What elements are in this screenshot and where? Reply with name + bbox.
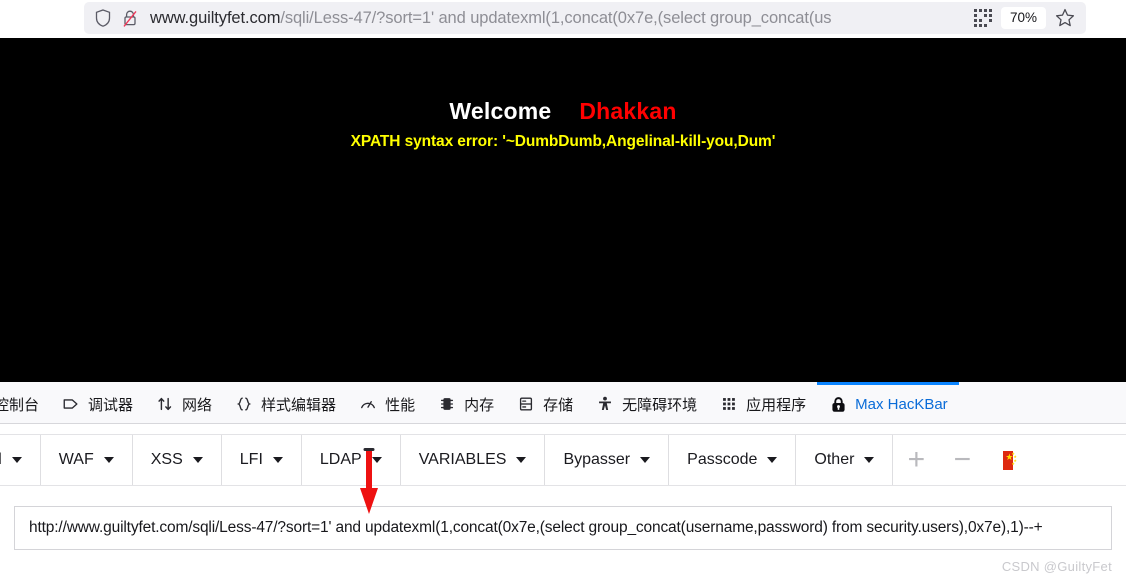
china-flag-icon: ★ ★ ★ ★ ★ xyxy=(1003,450,1017,470)
hackbar-button-xss-label: XSS xyxy=(150,451,183,468)
remove-row-button[interactable]: − xyxy=(939,435,986,485)
gauge-icon xyxy=(358,394,378,414)
hackbar-button-truncated-label: ed xyxy=(0,451,2,469)
shield-icon[interactable] xyxy=(94,8,112,28)
tab-network-label: 网络 xyxy=(182,396,213,414)
tab-memory[interactable]: 内存 xyxy=(426,382,505,423)
tab-performance-label: 性能 xyxy=(385,396,416,414)
chevron-down-icon xyxy=(516,457,527,463)
qr-code-icon[interactable] xyxy=(971,6,995,30)
hackbar-button-bypasser[interactable]: Bypasser xyxy=(545,435,670,485)
debugger-icon xyxy=(61,394,81,414)
hackbar-button-passcode-label: Passcode xyxy=(687,451,758,468)
tab-storage-label: 存储 xyxy=(543,396,574,414)
chevron-down-icon xyxy=(371,457,382,463)
hackbar-button-bypasser-label: Bypasser xyxy=(563,451,631,468)
tab-accessibility[interactable]: 无障碍环境 xyxy=(584,382,708,423)
chevron-down-icon xyxy=(103,457,114,463)
plus-icon: + xyxy=(907,443,926,476)
tab-application-label: 应用程序 xyxy=(746,396,807,414)
browser-window: www.guiltyfet.com/sqli/Less-47/?sort=1' … xyxy=(0,0,1126,580)
accessibility-person-icon xyxy=(595,394,615,414)
braces-icon xyxy=(234,394,254,414)
hackbar-url-value: http://www.guiltyfet.com/sqli/Less-47/?s… xyxy=(29,519,1043,536)
hackbar-button-other[interactable]: Other xyxy=(796,435,894,485)
add-row-button[interactable]: + xyxy=(893,435,940,485)
hackbar-button-ldap-label: LDAP xyxy=(319,451,362,468)
chevron-down-icon xyxy=(864,457,875,463)
url-text[interactable]: www.guiltyfet.com/sqli/Less-47/?sort=1' … xyxy=(150,9,969,28)
tab-max-hackbar-label: Max HacKBar xyxy=(855,395,948,413)
url-host: www.guiltyfet.com xyxy=(150,8,281,27)
storage-database-icon xyxy=(516,394,536,414)
chevron-down-icon xyxy=(11,457,22,463)
tab-debugger[interactable]: 调试器 xyxy=(50,382,144,423)
tab-console[interactable]: 控制台 xyxy=(0,382,50,423)
chevron-down-icon xyxy=(640,457,651,463)
chevron-down-icon xyxy=(272,457,283,463)
network-arrows-icon xyxy=(155,394,175,414)
hackbar-url-input[interactable]: http://www.guiltyfet.com/sqli/Less-47/?s… xyxy=(14,506,1112,550)
tab-network[interactable]: 网络 xyxy=(144,382,223,423)
tab-application[interactable]: 应用程序 xyxy=(708,382,817,423)
tab-console-label: 控制台 xyxy=(0,396,40,414)
tab-debugger-label: 调试器 xyxy=(88,396,134,414)
url-path: /sqli/Less-47/?sort=1' and updatexml(1,c… xyxy=(280,8,832,27)
language-flag-button[interactable]: ★ ★ ★ ★ ★ xyxy=(985,435,1032,485)
lock-crossed-icon[interactable] xyxy=(122,8,138,28)
tab-style-editor[interactable]: 样式编辑器 xyxy=(223,382,347,423)
star-icon[interactable] xyxy=(1054,7,1076,29)
devtools-tab-strip: 控制台 调试器 网络 样式编辑器 性能 内存 存储 无障碍环境 应用程序 Max… xyxy=(0,382,1126,424)
tab-storage[interactable]: 存储 xyxy=(505,382,584,423)
welcome-heading: Welcome Dhakkan xyxy=(0,98,1126,125)
address-bar[interactable]: www.guiltyfet.com/sqli/Less-47/?sort=1' … xyxy=(84,2,1086,34)
tab-style-editor-label: 样式编辑器 xyxy=(261,396,337,414)
tab-max-hackbar[interactable]: Max HacKBar xyxy=(817,382,959,423)
hackbar-toolbar: ed WAF XSS LFI LDAP VARIABLES Bypasser xyxy=(0,434,1126,486)
chevron-down-icon xyxy=(767,457,778,463)
hackbar-button-lfi[interactable]: LFI xyxy=(221,435,302,485)
chevron-down-icon xyxy=(192,457,203,463)
welcome-username: Dhakkan xyxy=(579,98,677,124)
hackbar-button-other-label: Other xyxy=(814,451,855,468)
page-content: Welcome Dhakkan XPATH syntax error: '~Dum… xyxy=(0,38,1126,382)
hackbar-button-truncated[interactable]: ed xyxy=(0,435,41,485)
hackbar-button-variables-label: VARIABLES xyxy=(418,451,507,468)
app-grid-icon xyxy=(719,394,739,414)
tab-accessibility-label: 无障碍环境 xyxy=(622,396,698,414)
tab-performance[interactable]: 性能 xyxy=(347,382,426,423)
hackbar-button-passcode[interactable]: Passcode xyxy=(669,435,797,485)
browser-toolbar: www.guiltyfet.com/sqli/Less-47/?sort=1' … xyxy=(0,0,1126,38)
tab-memory-label: 内存 xyxy=(464,396,495,414)
zoom-level-badge[interactable]: 70% xyxy=(1000,7,1046,29)
xpath-error-message: XPATH syntax error: '~DumbDumb,Angelinal… xyxy=(350,133,776,150)
hackbar-button-waf[interactable]: WAF xyxy=(40,435,133,485)
welcome-word: Welcome xyxy=(449,98,552,124)
hackbar-button-xss[interactable]: XSS xyxy=(132,435,222,485)
padlock-icon xyxy=(828,394,848,414)
hackbar-button-variables[interactable]: VARIABLES xyxy=(400,435,546,485)
minus-icon: − xyxy=(953,443,972,476)
memory-chip-icon xyxy=(437,394,457,414)
hackbar-button-waf-label: WAF xyxy=(58,451,94,468)
hackbar-button-lfi-label: LFI xyxy=(239,451,263,468)
hackbar-button-ldap[interactable]: LDAP xyxy=(301,435,401,485)
watermark: CSDN @GuiltyFet xyxy=(1001,559,1112,574)
